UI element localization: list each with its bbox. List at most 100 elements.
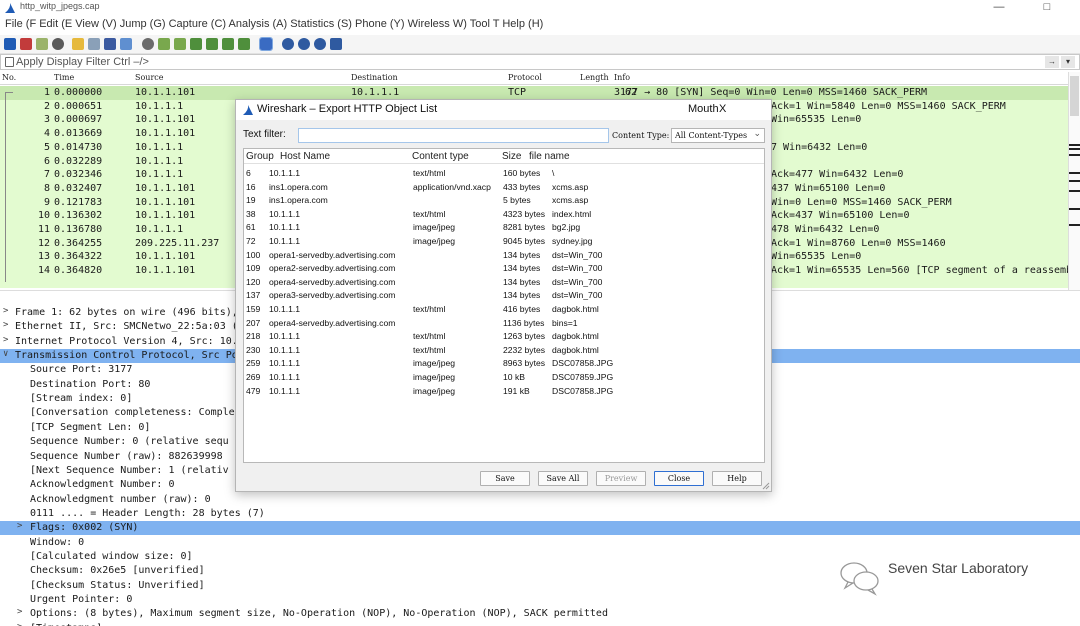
reload-file-icon[interactable]	[120, 38, 132, 50]
auto-scroll-icon[interactable]	[238, 38, 250, 50]
zoom-out-icon[interactable]	[298, 38, 310, 50]
object-row[interactable]: 61 10.1.1.1 image/jpeg 8281 bytes bg2.jpg	[244, 221, 764, 234]
apply-filter-icon[interactable]: →	[1045, 56, 1059, 68]
zoom-in-icon[interactable]	[282, 38, 294, 50]
zoom-normal-icon[interactable]	[314, 38, 326, 50]
expand-arrow-icon[interactable]: >	[17, 622, 22, 626]
detail-row[interactable]: >[Timestamps]	[0, 622, 1080, 626]
object-group: 100	[246, 249, 261, 260]
scrollbar-thumb[interactable]	[1070, 76, 1079, 116]
col-file-name[interactable]: file name	[529, 151, 570, 162]
object-filename: bins=1	[552, 317, 578, 328]
detail-row[interactable]: Acknowledgment number (raw): 0	[0, 493, 1080, 507]
expand-arrow-icon[interactable]: >	[3, 335, 8, 345]
detail-row[interactable]: Window: 0	[0, 536, 1080, 550]
detail-text: [TCP Segment Len: 0]	[30, 421, 151, 433]
find-packet-icon[interactable]	[142, 38, 154, 50]
col-source[interactable]: Source	[135, 73, 164, 82]
go-forward-icon[interactable]	[174, 38, 186, 50]
expand-arrow-icon[interactable]: >	[3, 306, 8, 316]
bookmark-icon[interactable]	[5, 57, 14, 67]
col-host-name[interactable]: Host Name	[280, 151, 330, 162]
object-row[interactable]: 218 10.1.1.1 text/html 1263 bytes dagbok.htm…	[244, 330, 764, 343]
col-length[interactable]: Length	[580, 73, 609, 82]
resize-columns-icon[interactable]	[330, 38, 342, 50]
object-row[interactable]: 38 10.1.1.1 text/html 4323 bytes index.html	[244, 208, 764, 221]
open-file-icon[interactable]	[72, 38, 84, 50]
detail-row[interactable]: 0111 .... = Header Length: 28 bytes (7)	[0, 507, 1080, 521]
close-file-icon[interactable]	[104, 38, 116, 50]
detail-text: Acknowledgment number (raw): 0	[30, 493, 211, 505]
object-filename: dst=Win_700	[552, 276, 603, 287]
save-button[interactable]: Save	[480, 471, 530, 486]
restart-capture-icon[interactable]	[36, 38, 48, 50]
resize-grip-icon[interactable]	[762, 482, 770, 490]
object-row[interactable]: 259 10.1.1.1 image/jpeg 8963 bytes DSC07858.…	[244, 357, 764, 370]
expand-arrow-icon[interactable]: >	[17, 607, 22, 617]
col-size[interactable]: Size	[502, 151, 521, 162]
object-row[interactable]: 479 10.1.1.1 image/jpeg 191 kB DSC07858.JPG	[244, 385, 764, 398]
object-row[interactable]: 100 opera1-servedby.advertising.com 134 by…	[244, 249, 764, 262]
object-row[interactable]: 207 opera4-servedby.advertising.com 1136 b…	[244, 317, 764, 330]
help-button[interactable]: Help	[712, 471, 762, 486]
content-type-select[interactable]: All Content-Types ⌄	[671, 128, 765, 143]
collapse-arrow-icon[interactable]: ∨	[3, 349, 8, 359]
go-to-packet-icon[interactable]	[190, 38, 202, 50]
display-filter-bar[interactable]: Apply Display Filter Ctrl –/> → ▾	[0, 54, 1080, 70]
expand-arrow-icon[interactable]: >	[3, 320, 8, 330]
save-file-icon[interactable]	[88, 38, 100, 50]
detail-row[interactable]: > Flags: 0x002 (SYN)	[0, 521, 1080, 536]
menu-bar[interactable]: File (F Edit (E View (V) Jump (G) Captur…	[0, 16, 1080, 34]
object-row[interactable]: 120 opera4-servedby.advertising.com 134 by…	[244, 276, 764, 289]
col-content-type[interactable]: Content type	[412, 151, 469, 162]
object-row[interactable]: 159 10.1.1.1 text/html 416 bytes dagbok.html	[244, 303, 764, 316]
object-filename: \	[552, 168, 555, 178]
packet-list-scrollbar[interactable]	[1068, 72, 1080, 290]
col-group[interactable]: Group	[246, 151, 274, 162]
object-row[interactable]: 72 10.1.1.1 image/jpeg 9045 bytes sydney.jpg	[244, 235, 764, 248]
detail-row[interactable]: > Options: (8 bytes), Maximum segment siz…	[0, 607, 1080, 621]
col-protocol[interactable]: Protocol	[508, 73, 542, 82]
object-size: 191 kB	[503, 385, 530, 396]
filter-dropdown-icon[interactable]: ▾	[1061, 56, 1075, 68]
packet-row[interactable]: 1 0.000000 10.1.1.101 10.1.1.1 TCP 62 3177 → 8…	[0, 86, 1068, 100]
object-content-type: text/html	[413, 304, 446, 314]
go-back-icon[interactable]	[158, 38, 170, 50]
close-button[interactable]: Close	[654, 471, 704, 486]
object-size: 10 kB	[503, 372, 525, 382]
col-time[interactable]: Time	[54, 73, 74, 82]
stop-capture-icon[interactable]	[20, 38, 32, 50]
object-row[interactable]: 230 10.1.1.1 text/html 2232 bytes dagbok.htm…	[244, 344, 764, 357]
colorize-icon[interactable]	[259, 37, 273, 51]
expand-arrow-icon[interactable]: >	[17, 521, 22, 531]
menu-items[interactable]: File (F Edit (E View (V) Jump (G) Captur…	[5, 18, 543, 30]
start-capture-icon[interactable]	[4, 38, 16, 50]
text-filter-input[interactable]	[298, 128, 609, 143]
packet-list-header: No. Time Source Destination Protocol Len…	[0, 72, 1080, 85]
packet-source: 10.1.1.1	[135, 100, 184, 112]
object-row[interactable]: 137 opera3-servedby.advertising.com 134 by…	[244, 289, 764, 302]
object-host: 10.1.1.1	[269, 222, 301, 233]
first-packet-icon[interactable]	[206, 38, 218, 50]
minimap-mark	[1069, 144, 1080, 146]
http-object-table[interactable]: Group Host Name Content type Size file n…	[243, 148, 765, 463]
capture-options-icon[interactable]	[52, 38, 64, 50]
preview-button[interactable]: Preview	[596, 471, 646, 486]
display-filter-input[interactable]: Apply Display Filter Ctrl –/>	[16, 56, 149, 68]
col-destination[interactable]: Destination	[351, 73, 398, 82]
maximize-button[interactable]: □	[1032, 0, 1062, 16]
object-row[interactable]: 6 10.1.1.1 text/html 160 bytes \	[244, 167, 764, 180]
object-filename: dst=Win_700	[552, 290, 603, 301]
dialog-help-glyph[interactable]: Mouth	[688, 103, 719, 115]
save-all-button[interactable]: Save All	[538, 471, 588, 486]
col-info[interactable]: Info	[614, 73, 630, 82]
packet-time: 0.032289	[54, 155, 103, 167]
object-row[interactable]: 269 10.1.1.1 image/jpeg 10 kB DSC07859.JPG	[244, 371, 764, 384]
dialog-close-icon[interactable]: X	[719, 103, 726, 115]
object-row[interactable]: 16 ins1.opera.com application/vnd.xacp 433 …	[244, 181, 764, 194]
object-row[interactable]: 109 opera2-servedby.advertising.com 134 by…	[244, 262, 764, 275]
last-packet-icon[interactable]	[222, 38, 234, 50]
minimize-button[interactable]: —	[984, 0, 1014, 16]
object-row[interactable]: 19 ins1.opera.com 5 bytes xcms.asp	[244, 194, 764, 207]
col-no[interactable]: No.	[2, 73, 16, 82]
